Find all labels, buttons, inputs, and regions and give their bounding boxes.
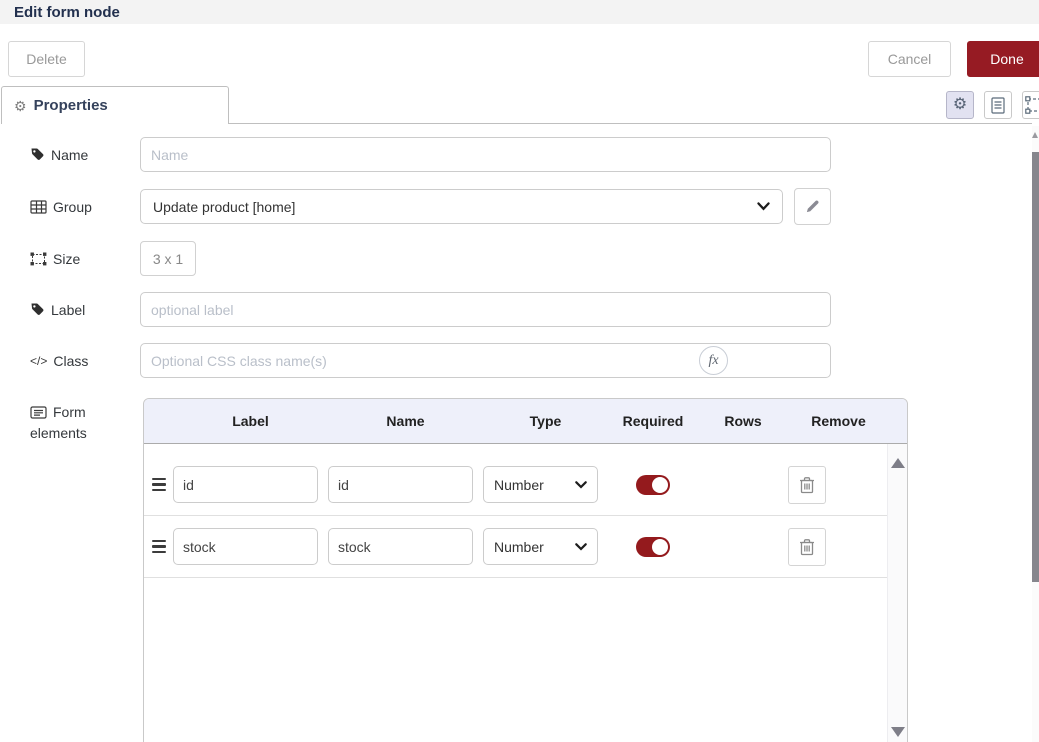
column-header-type: Type	[483, 413, 608, 429]
size-handles-icon	[30, 252, 47, 266]
group-field-label: Group	[30, 189, 136, 224]
required-toggle[interactable]	[636, 537, 670, 557]
page-scrollbar[interactable]	[1032, 126, 1039, 742]
tab-properties[interactable]: ⚙ Properties	[1, 86, 229, 124]
form-elements-label: Form elements	[30, 402, 136, 444]
column-header-required: Required	[608, 413, 698, 429]
column-header-remove: Remove	[788, 413, 889, 429]
size-field-label-text: Size	[53, 251, 80, 267]
column-header-label: Label	[173, 413, 328, 429]
column-header-name: Name	[328, 413, 483, 429]
properties-panel: Name Group Update product [home]	[0, 124, 1032, 742]
description-tab-button[interactable]	[984, 91, 1012, 119]
remove-element-button[interactable]	[788, 528, 826, 566]
group-select-value: Update product [home]	[153, 199, 295, 215]
name-field-label-text: Name	[51, 147, 88, 163]
editor-tabbar: ⚙ Properties ⚙	[0, 86, 1039, 124]
class-field-label-text: Class	[53, 353, 88, 369]
trash-icon	[799, 476, 815, 494]
dialog-toolbar: Delete Cancel Done	[0, 24, 1039, 86]
form-elements-table: Label Name Type Required Rows Remove	[143, 398, 908, 742]
chevron-down-icon	[575, 543, 587, 551]
element-label-input[interactable]	[173, 528, 318, 565]
gear-icon: ⚙	[14, 99, 27, 113]
remove-element-button[interactable]	[788, 466, 826, 504]
label-field-label-text: Label	[51, 302, 85, 318]
done-button[interactable]: Done	[967, 41, 1039, 77]
pencil-icon	[805, 199, 820, 214]
appearance-tab-button[interactable]	[1022, 91, 1039, 119]
required-toggle[interactable]	[636, 475, 670, 495]
form-elements-table-header: Label Name Type Required Rows Remove	[144, 399, 907, 444]
delete-button[interactable]: Delete	[8, 41, 85, 77]
fx-expression-button[interactable]: fx	[699, 346, 728, 375]
table-grid-icon	[30, 200, 47, 214]
tag-icon	[30, 147, 45, 162]
element-type-value: Number	[494, 477, 544, 493]
element-name-input[interactable]	[328, 528, 473, 565]
gear-icon: ⚙	[953, 97, 967, 113]
table-row: Number	[144, 454, 887, 516]
size-field-label: Size	[30, 241, 136, 276]
element-label-input[interactable]	[173, 466, 318, 503]
edit-form-node-dialog: Edit form node Delete Cancel Done ⚙ Prop…	[0, 0, 1039, 742]
drag-handle-icon[interactable]	[144, 540, 173, 554]
group-field-label-text: Group	[53, 199, 92, 215]
element-name-input[interactable]	[328, 466, 473, 503]
edit-group-button[interactable]	[794, 188, 831, 225]
scroll-up-arrow-icon[interactable]	[1032, 132, 1038, 138]
label-field-label: Label	[30, 292, 136, 327]
form-elements-table-body: Number	[144, 444, 907, 578]
trash-icon	[799, 538, 815, 556]
class-field-label: </> Class	[30, 343, 136, 378]
element-type-select[interactable]: Number	[483, 466, 598, 503]
list-alt-icon	[30, 406, 47, 419]
object-group-icon	[1025, 96, 1039, 114]
tag-icon	[30, 302, 45, 317]
scroll-down-arrow-icon[interactable]	[891, 727, 905, 737]
size-button[interactable]: 3 x 1	[140, 241, 196, 276]
chevron-down-icon	[757, 202, 770, 211]
element-type-value: Number	[494, 539, 544, 555]
drag-handle-icon[interactable]	[144, 478, 173, 492]
table-row: Number	[144, 516, 887, 578]
name-input[interactable]	[140, 137, 831, 172]
scroll-up-arrow-icon[interactable]	[891, 458, 905, 468]
dialog-titlebar: Edit form node	[0, 0, 1039, 24]
tab-properties-label: Properties	[34, 97, 108, 114]
label-input[interactable]	[140, 292, 831, 327]
column-header-rows: Rows	[698, 413, 788, 429]
table-scrollbar[interactable]	[887, 444, 907, 742]
name-field-label: Name	[30, 137, 136, 172]
code-icon: </>	[30, 354, 47, 368]
group-select[interactable]: Update product [home]	[140, 189, 783, 224]
element-type-select[interactable]: Number	[483, 528, 598, 565]
chevron-down-icon	[575, 481, 587, 489]
page-scrollbar-thumb[interactable]	[1032, 152, 1039, 582]
properties-tab-button[interactable]: ⚙	[946, 91, 974, 119]
document-icon	[991, 97, 1005, 114]
dialog-title: Edit form node	[14, 4, 120, 21]
cancel-button[interactable]: Cancel	[868, 41, 951, 77]
